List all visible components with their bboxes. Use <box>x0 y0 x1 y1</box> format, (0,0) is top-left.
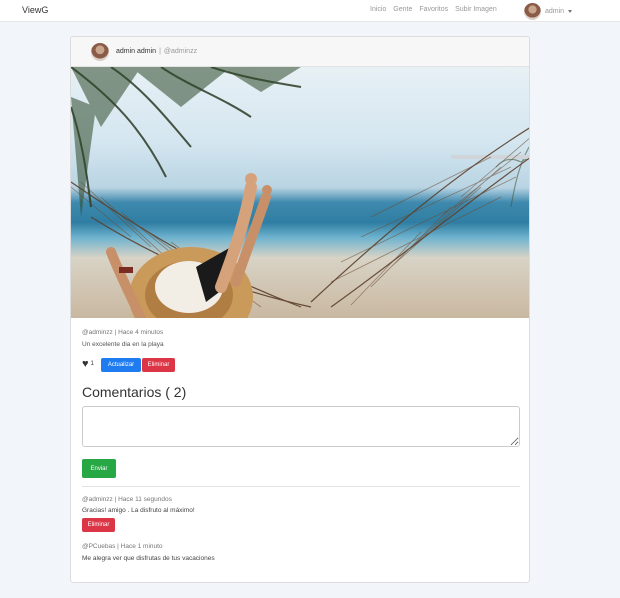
nav-link-subir-imagen[interactable]: Subir Imagen <box>455 6 497 13</box>
delete-comment-button[interactable]: Eliminar <box>82 518 115 532</box>
like-control: ♥ 1 <box>82 359 94 370</box>
user-menu-label: admin <box>545 7 565 15</box>
post-header: admin admin | @adminzz <box>71 37 529 67</box>
nav-link-inicio[interactable]: Inicio <box>370 6 386 13</box>
comment-text: Me alegra ver que disfrutas de tus vacac… <box>82 555 215 562</box>
post-card: admin admin | @adminzz @adminzz | Hace 4… <box>70 36 530 583</box>
user-menu-dropdown[interactable]: admin <box>524 1 573 21</box>
like-count: 1 <box>90 361 94 367</box>
nav-link-favoritos[interactable]: Favoritos <box>419 6 448 13</box>
comment-meta: @PCuebas | Hace 1 minuto <box>82 543 163 550</box>
brand-logo[interactable]: ViewG <box>22 5 48 15</box>
delete-post-button[interactable]: Eliminar <box>142 358 175 372</box>
post-description: Un excelente dia en la playa <box>82 341 164 348</box>
comments-title: Comentarios ( 2) <box>82 384 187 400</box>
post-photo <box>71 67 529 318</box>
post-meta: @adminzz | Hace 4 minutos <box>82 329 164 336</box>
heart-icon[interactable]: ♥ <box>82 359 89 370</box>
nav-links: Inicio Gente Favoritos Subir Imagen <box>370 6 502 13</box>
header-separator: | <box>159 48 161 55</box>
comments-divider <box>82 486 520 487</box>
nav-link-gente[interactable]: Gente <box>393 6 412 13</box>
comment-textarea[interactable] <box>82 406 520 447</box>
author-handle[interactable]: @adminzz <box>164 48 197 55</box>
update-post-button[interactable]: Actualizar <box>101 358 141 372</box>
beach-hammock-illustration <box>71 67 529 318</box>
comment-meta: @adminzz | Hace 11 segundos <box>82 496 172 503</box>
comment-text: Gracias! amigo . La disfruto al máximo! <box>82 507 195 514</box>
submit-comment-button[interactable]: Enviar <box>82 459 116 478</box>
caret-down-icon <box>568 9 573 13</box>
navbar: ViewG Inicio Gente Favoritos Subir Image… <box>0 0 620 22</box>
author-avatar[interactable] <box>91 42 109 61</box>
user-avatar <box>524 2 541 20</box>
author-name[interactable]: admin admin <box>116 48 156 55</box>
